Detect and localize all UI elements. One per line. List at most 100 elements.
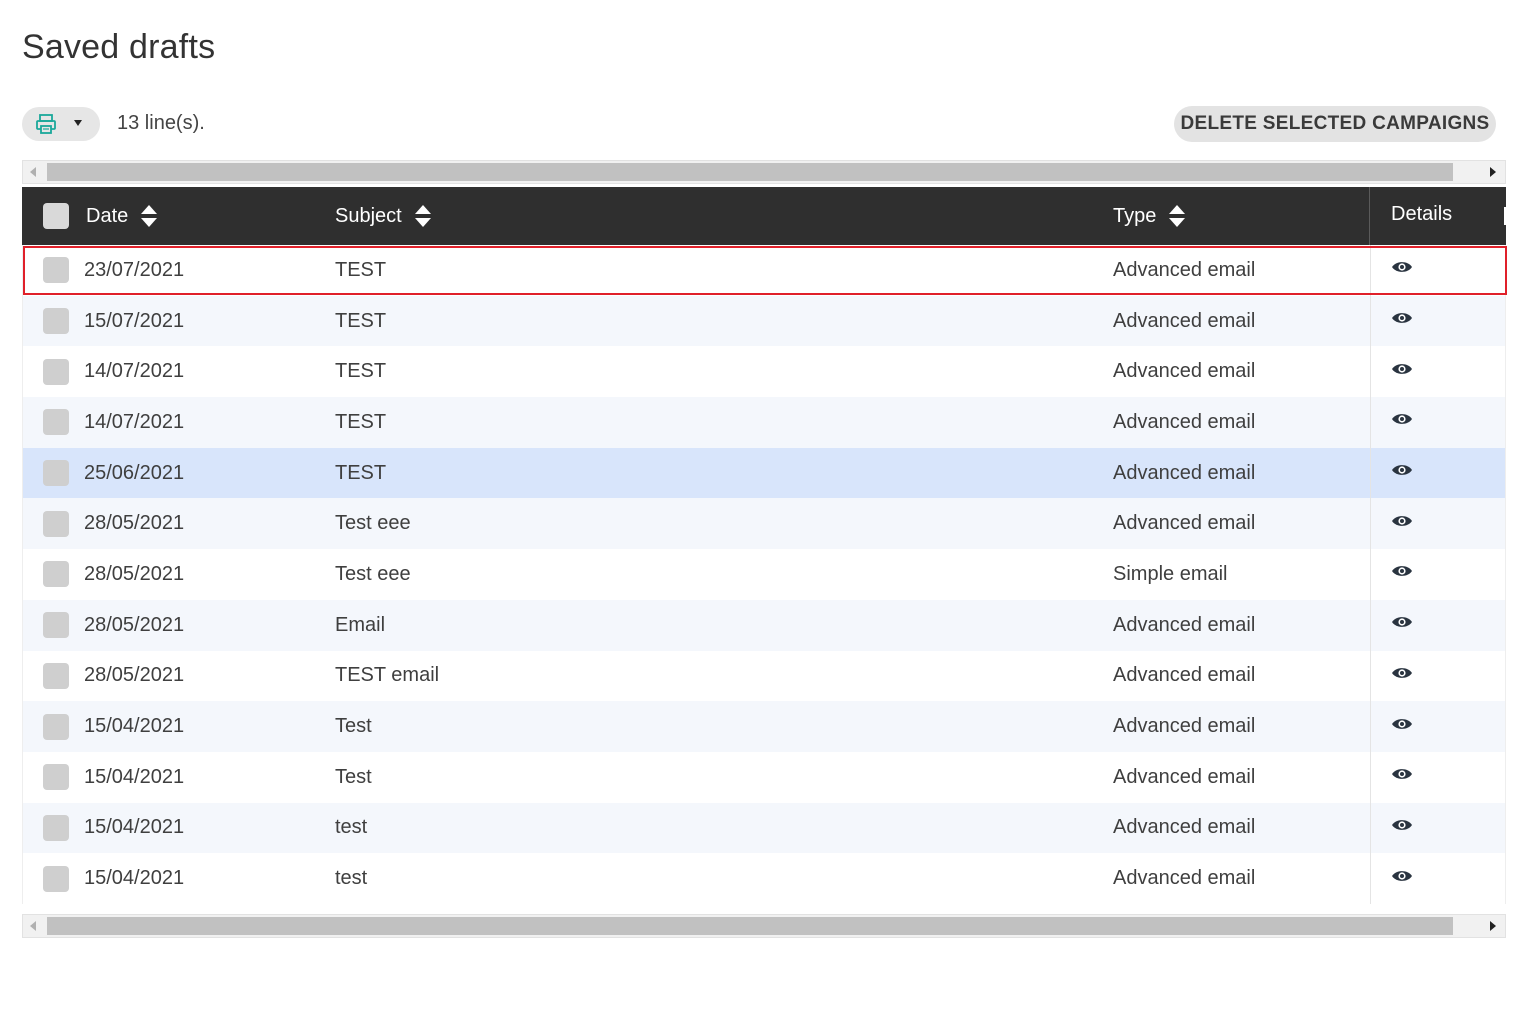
- eye-icon[interactable]: [1391, 767, 1413, 781]
- row-checkbox[interactable]: [43, 612, 69, 639]
- select-all-checkbox[interactable]: [43, 203, 69, 229]
- cell-type: Advanced email: [1113, 664, 1256, 687]
- sort-icon[interactable]: [1168, 204, 1186, 228]
- table-row[interactable]: 23/07/2021 TEST Advanced email: [22, 245, 1506, 296]
- column-header-details: Details: [1369, 187, 1506, 245]
- table-row[interactable]: 15/07/2021 TEST Advanced email: [22, 295, 1506, 347]
- cell-subject: test: [335, 816, 368, 839]
- column-label-date: Date: [86, 204, 129, 227]
- eye-icon[interactable]: [1391, 564, 1413, 578]
- sort-icon[interactable]: [414, 204, 432, 228]
- scroll-right-arrow-icon[interactable]: [1490, 921, 1496, 931]
- cell-subject: Test: [335, 715, 372, 738]
- eye-icon[interactable]: [1391, 412, 1413, 426]
- table-row[interactable]: 15/04/2021 Test Advanced email: [22, 751, 1506, 803]
- cell-subject: Test eee: [335, 562, 411, 585]
- eye-icon[interactable]: [1391, 514, 1413, 528]
- row-checkbox[interactable]: [43, 865, 69, 892]
- scroll-right-arrow-icon[interactable]: [1490, 167, 1496, 177]
- cell-subject: TEST: [335, 258, 387, 281]
- row-checkbox-cell: [43, 803, 69, 854]
- row-checkbox[interactable]: [43, 814, 69, 841]
- table-row[interactable]: 28/05/2021 Test eee Simple email: [22, 549, 1506, 600]
- scrollbar-thumb[interactable]: [47, 917, 1453, 935]
- row-checkbox[interactable]: [43, 561, 69, 588]
- table-row[interactable]: 14/07/2021 TEST Advanced email: [22, 397, 1506, 448]
- row-checkbox-cell: [43, 701, 69, 752]
- scrollbar-thumb[interactable]: [47, 163, 1453, 181]
- cell-type: Advanced email: [1113, 816, 1256, 839]
- scroll-left-arrow-icon[interactable]: [30, 167, 36, 177]
- table-row[interactable]: 14/07/2021 TEST Advanced email: [22, 346, 1506, 398]
- row-checkbox-cell: [43, 853, 69, 904]
- table-row[interactable]: 28/05/2021 Test eee Advanced email: [22, 498, 1506, 550]
- table-row[interactable]: 15/04/2021 test Advanced email: [22, 853, 1506, 904]
- table-row[interactable]: 25/06/2021 TEST Advanced email: [22, 447, 1506, 499]
- header-checkbox-cell: [43, 187, 69, 245]
- scroll-left-arrow-icon[interactable]: [30, 921, 36, 931]
- eye-icon[interactable]: [1391, 818, 1413, 832]
- column-header-type[interactable]: Type: [1113, 187, 1186, 245]
- row-checkbox[interactable]: [43, 662, 69, 689]
- cell-type: Advanced email: [1113, 360, 1256, 383]
- cell-date: 15/04/2021: [84, 867, 185, 890]
- row-checkbox-cell: [43, 600, 69, 651]
- cell-type: Simple email: [1113, 562, 1228, 585]
- table-row[interactable]: 28/05/2021 Email Advanced email: [22, 599, 1506, 651]
- cell-type: Advanced email: [1113, 410, 1256, 433]
- cell-date: 15/04/2021: [84, 765, 185, 788]
- cell-details: [1370, 549, 1506, 600]
- cell-date: 28/05/2021: [84, 562, 185, 585]
- cell-type: Advanced email: [1113, 867, 1256, 890]
- sort-icon[interactable]: [140, 204, 158, 228]
- cell-type: Advanced email: [1113, 715, 1256, 738]
- eye-icon[interactable]: [1391, 311, 1413, 325]
- row-checkbox[interactable]: [43, 409, 69, 436]
- eye-icon[interactable]: [1391, 463, 1413, 477]
- cell-type: Advanced email: [1113, 461, 1256, 484]
- cell-subject: Email: [335, 613, 386, 636]
- cell-type: Advanced email: [1113, 309, 1256, 332]
- header-edge-divider: [1504, 207, 1506, 225]
- cell-subject: TEST: [335, 410, 387, 433]
- cell-date: 28/05/2021: [84, 664, 185, 687]
- cell-subject: TEST: [335, 461, 387, 484]
- row-checkbox[interactable]: [43, 764, 69, 791]
- printer-icon: [36, 114, 56, 134]
- export-dropdown-button[interactable]: [22, 107, 100, 141]
- cell-date: 28/05/2021: [84, 512, 185, 535]
- eye-icon[interactable]: [1391, 260, 1413, 274]
- table-row[interactable]: 15/04/2021 test Advanced email: [22, 802, 1506, 854]
- drafts-table: Date Subject Type Details 23/07/2021 TES…: [22, 187, 1506, 904]
- row-checkbox[interactable]: [43, 713, 69, 740]
- column-label-details: Details: [1391, 202, 1453, 225]
- row-checkbox-cell: [43, 498, 69, 549]
- row-checkbox[interactable]: [43, 460, 69, 487]
- line-count: 13 line(s).: [117, 112, 205, 134]
- cell-details: [1370, 245, 1506, 296]
- delete-selected-campaigns-button[interactable]: DELETE SELECTED CAMPAIGNS: [1174, 106, 1496, 142]
- row-checkbox-cell: [43, 346, 69, 397]
- column-header-date[interactable]: Date: [86, 187, 158, 245]
- cell-details: [1370, 498, 1506, 550]
- row-checkbox[interactable]: [43, 257, 69, 284]
- row-checkbox[interactable]: [43, 308, 69, 335]
- cell-details: [1370, 802, 1506, 854]
- cell-date: 15/07/2021: [84, 309, 185, 332]
- row-checkbox[interactable]: [43, 510, 69, 537]
- table-row[interactable]: 28/05/2021 TEST email Advanced email: [22, 650, 1506, 702]
- horizontal-scrollbar-bottom[interactable]: [22, 914, 1506, 938]
- row-checkbox[interactable]: [43, 358, 69, 385]
- cell-details: [1370, 701, 1506, 752]
- cell-details: [1370, 447, 1506, 499]
- table-row[interactable]: 15/04/2021 Test Advanced email: [22, 701, 1506, 752]
- column-label-type: Type: [1113, 204, 1157, 227]
- eye-icon[interactable]: [1391, 666, 1413, 680]
- horizontal-scrollbar-top[interactable]: [22, 160, 1506, 184]
- eye-icon[interactable]: [1391, 869, 1413, 883]
- eye-icon[interactable]: [1391, 717, 1413, 731]
- cell-type: Advanced email: [1113, 765, 1256, 788]
- eye-icon[interactable]: [1391, 615, 1413, 629]
- column-header-subject[interactable]: Subject: [335, 187, 432, 245]
- eye-icon[interactable]: [1391, 362, 1413, 376]
